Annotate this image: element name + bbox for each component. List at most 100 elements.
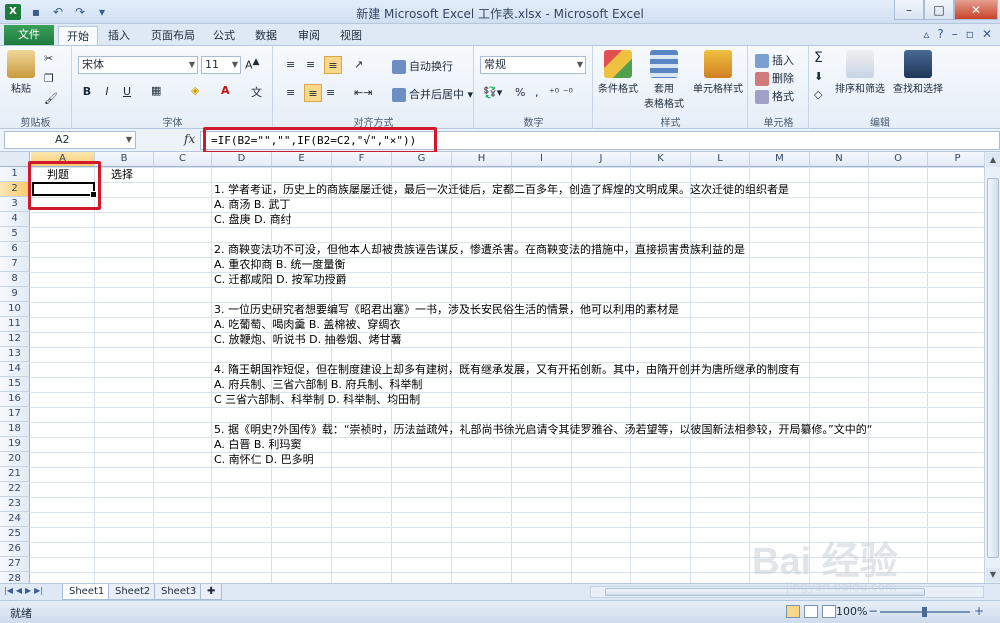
cell-d18[interactable]: 5. 据《明史?外国传》载：“崇祯时，历法益疏舛，礼部尚书徐光启请令其徒罗雅谷、…: [214, 422, 872, 437]
help-icon[interactable]: ?: [937, 27, 943, 41]
clear-icon[interactable]: ◇: [814, 88, 822, 101]
cell-d20[interactable]: C. 南怀仁 D. 巴多明: [214, 452, 314, 467]
workbook-close-icon[interactable]: ✕: [982, 27, 992, 41]
merge-center-button[interactable]: 合并后居中 ▾: [392, 86, 473, 102]
cell-d15[interactable]: A. 府兵制、三省六部制 B. 府兵制、科举制: [214, 377, 422, 392]
currency-icon[interactable]: 💱▾: [483, 86, 502, 99]
copy-icon[interactable]: ❐: [44, 72, 54, 85]
find-select-button[interactable]: 查找和选择: [890, 50, 946, 95]
row-header-12[interactable]: 12: [0, 332, 30, 347]
decimal-icons[interactable]: ⁺⁰ ⁻⁰: [549, 86, 573, 99]
vertical-scrollbar[interactable]: ▲ ▼: [984, 152, 1000, 583]
column-header-c[interactable]: C: [154, 152, 212, 167]
indent-icon[interactable]: ⇤⇥: [354, 86, 372, 99]
row-header-14[interactable]: 14: [0, 362, 30, 377]
cell-d12[interactable]: C. 放鞭炮、听说书 D. 抽卷烟、烤甘薯: [214, 332, 402, 347]
tab-file[interactable]: 文件: [4, 25, 54, 45]
row-header-10[interactable]: 10: [0, 302, 30, 317]
phonetic-icon[interactable]: 文: [251, 84, 262, 100]
align-right-icon[interactable]: ≡: [326, 86, 335, 99]
row-header-8[interactable]: 8: [0, 272, 30, 287]
column-header-g[interactable]: G: [392, 152, 452, 167]
align-middle-icon[interactable]: ≡: [306, 58, 315, 71]
cell-d16[interactable]: C 三省六部制、科举制 D. 科举制、均田制: [214, 392, 420, 407]
fill-color-icon[interactable]: ◈: [191, 84, 199, 97]
cut-icon[interactable]: ✂: [44, 52, 53, 65]
vertical-scroll-thumb[interactable]: [987, 178, 999, 558]
tab-page-layout[interactable]: 页面布局: [143, 26, 203, 45]
horizontal-scroll-thumb[interactable]: [605, 588, 925, 596]
zoom-in-icon[interactable]: +: [974, 604, 984, 618]
column-header-k[interactable]: K: [631, 152, 691, 167]
border-icon[interactable]: ▦: [151, 84, 161, 97]
sheet-tab-sheet2[interactable]: Sheet2: [108, 584, 158, 600]
row-header-5[interactable]: 5: [0, 227, 30, 242]
align-left-icon[interactable]: ≡: [286, 86, 295, 99]
format-cells-button[interactable]: 格式: [755, 88, 794, 104]
paste-button[interactable]: 粘贴: [6, 50, 36, 95]
column-header-l[interactable]: L: [691, 152, 750, 167]
row-header-25[interactable]: 25: [0, 527, 30, 542]
name-box[interactable]: A2 ▼: [4, 131, 136, 149]
row-header-15[interactable]: 15: [0, 377, 30, 392]
first-sheet-icon[interactable]: |◀: [4, 586, 13, 595]
row-header-7[interactable]: 7: [0, 257, 30, 272]
conditional-format-button[interactable]: 条件格式: [596, 50, 640, 95]
cell-b1[interactable]: 选择: [111, 167, 133, 182]
grow-font-icon[interactable]: A▲: [245, 56, 260, 72]
spreadsheet-grid[interactable]: A B C D E F G H I J K L M N O P 1 2 3 4 5 6 7 8 9 10 11 12 13 14 15 16 1…: [0, 152, 984, 583]
column-header-m[interactable]: M: [750, 152, 810, 167]
column-header-b[interactable]: B: [95, 152, 154, 167]
workbook-restore-icon[interactable]: ▫: [966, 27, 974, 41]
orientation-icon[interactable]: ↗: [354, 58, 363, 71]
row-header-21[interactable]: 21: [0, 467, 30, 482]
cell-d11[interactable]: A. 吃葡萄、喝肉羹 B. 盖棉被、穿绸衣: [214, 317, 400, 332]
tab-home[interactable]: 开始: [58, 26, 98, 45]
align-top-icon[interactable]: ≡: [286, 58, 295, 71]
zoom-slider[interactable]: [880, 607, 970, 617]
wrap-text-button[interactable]: 自动换行: [392, 58, 453, 74]
cell-styles-button[interactable]: 单元格样式: [690, 50, 746, 95]
row-header-23[interactable]: 23: [0, 497, 30, 512]
zoom-knob[interactable]: [922, 607, 927, 617]
row-header-16[interactable]: 16: [0, 392, 30, 407]
prev-sheet-icon[interactable]: ◀: [16, 586, 22, 595]
font-color-icon[interactable]: A: [221, 84, 230, 97]
row-header-17[interactable]: 17: [0, 407, 30, 422]
row-header-13[interactable]: 13: [0, 347, 30, 362]
column-header-o[interactable]: O: [869, 152, 928, 167]
underline-button[interactable]: U: [118, 83, 136, 101]
number-format-combo[interactable]: 常规 ▼: [480, 56, 586, 74]
sheet-tab-sheet1[interactable]: Sheet1: [62, 584, 112, 600]
bold-button[interactable]: B: [78, 83, 96, 101]
row-header-18[interactable]: 18: [0, 422, 30, 437]
font-name-combo[interactable]: 宋体 ▼: [78, 56, 198, 74]
cell-d10[interactable]: 3. 一位历史研究者想要编写《昭君出塞》一书，涉及长安民俗生活的情景，他可以利用…: [214, 302, 679, 317]
comma-button[interactable]: ,: [535, 86, 539, 99]
format-painter-icon[interactable]: 🖌: [44, 92, 58, 105]
percent-button[interactable]: %: [515, 86, 525, 99]
row-header-4[interactable]: 4: [0, 212, 30, 227]
sort-filter-button[interactable]: 排序和筛选: [832, 50, 888, 95]
row-header-1[interactable]: 1: [0, 167, 30, 182]
zoom-level[interactable]: 100%: [836, 605, 867, 618]
next-sheet-icon[interactable]: ▶: [25, 586, 31, 595]
tab-view[interactable]: 视图: [332, 26, 370, 45]
scroll-up-icon[interactable]: ▲: [986, 153, 1000, 167]
row-header-26[interactable]: 26: [0, 542, 30, 557]
minimize-ribbon-icon[interactable]: ▵: [923, 27, 929, 41]
new-sheet-icon[interactable]: ✚: [200, 584, 222, 600]
page-break-view-icon[interactable]: [822, 605, 836, 618]
delete-cells-button[interactable]: 删除: [755, 70, 794, 86]
cell-d2[interactable]: 1. 学者考证，历史上的商族屡屡迁徙，最后一次迁徙后，定都二百多年，创造了辉煌的…: [214, 182, 789, 197]
tab-formulas[interactable]: 公式: [205, 26, 243, 45]
minimize-button[interactable]: –: [894, 0, 924, 20]
row-header-22[interactable]: 22: [0, 482, 30, 497]
column-header-h[interactable]: H: [452, 152, 512, 167]
cell-d4[interactable]: C. 盘庚 D. 商纣: [214, 212, 292, 227]
align-bottom-icon[interactable]: ≡: [324, 56, 342, 74]
row-header-11[interactable]: 11: [0, 317, 30, 332]
cell-d3[interactable]: A. 商汤 B. 武丁: [214, 197, 290, 212]
column-header-j[interactable]: J: [572, 152, 631, 167]
row-header-9[interactable]: 9: [0, 287, 30, 302]
